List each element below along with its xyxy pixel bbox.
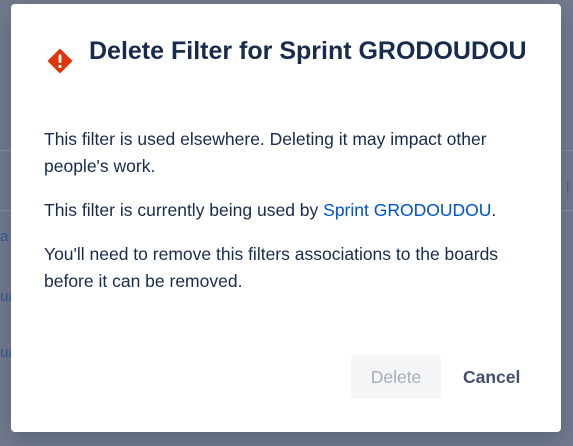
- usage-period: .: [491, 200, 497, 220]
- delete-filter-dialog: Delete Filter for Sprint GRODOUDOU This …: [11, 4, 561, 432]
- usage-text: This filter is currently being used by: [44, 200, 324, 220]
- background-link-fragment: a: [0, 228, 9, 245]
- warning-paragraph: This filter is used elsewhere. Deleting …: [44, 129, 487, 176]
- dialog-header: Delete Filter for Sprint GRODOUDOU: [47, 38, 537, 74]
- delete-button[interactable]: Delete: [351, 355, 441, 399]
- background-text-fragment: l: [566, 180, 570, 197]
- dialog-body: This filter is used elsewhere. Deleting …: [44, 126, 541, 312]
- usage-paragraph: This filter is currently being used by S…: [44, 197, 541, 224]
- cancel-button[interactable]: Cancel: [447, 355, 533, 399]
- instruction-paragraph: You'll need to remove this filters assoc…: [44, 244, 499, 291]
- sprint-link[interactable]: Sprint GRODOUDOU: [323, 200, 491, 220]
- dialog-title: Delete Filter for Sprint GRODOUDOU: [89, 37, 527, 65]
- dialog-footer: Delete Cancel: [351, 355, 533, 399]
- warning-diamond-icon: [47, 48, 73, 74]
